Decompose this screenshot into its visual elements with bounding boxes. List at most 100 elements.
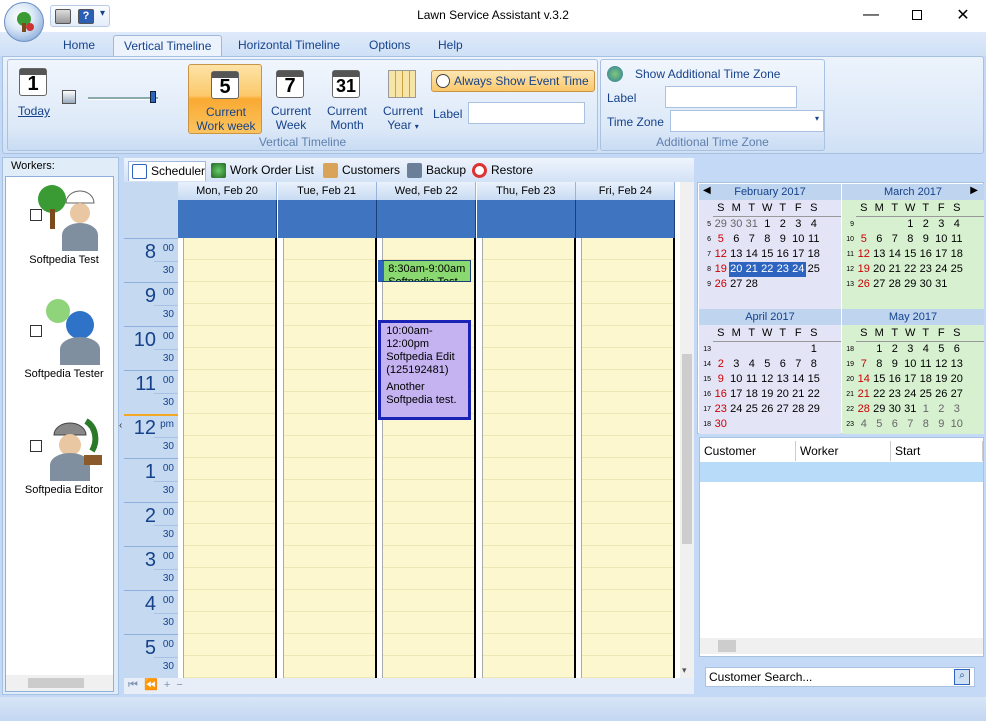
calendar-day[interactable]: 2 [775,217,791,232]
calendar-day[interactable]: 24 [934,262,950,277]
tab-help[interactable]: Help [428,35,473,56]
calendar-day[interactable]: 6 [729,232,745,247]
calendar-day[interactable]: 7 [903,417,919,432]
calendar-day[interactable]: 21 [856,387,872,402]
calendar-day[interactable]: 2 [918,217,934,232]
calendar-day[interactable]: 18 [949,247,965,262]
calendar-day[interactable]: 16 [887,372,903,387]
calendar-day[interactable]: 12 [713,247,729,262]
calendar-day[interactable]: 1 [872,342,888,357]
grid-new-row[interactable] [700,462,983,482]
calendar-day[interactable]: 4 [949,217,965,232]
close-button[interactable]: ✕ [940,0,986,30]
calendar-day[interactable]: 1 [806,342,822,357]
calendar-day[interactable]: 10 [729,372,745,387]
day-time-slots[interactable] [377,238,477,678]
calendar-day[interactable]: 27 [729,277,745,292]
tab-vertical-timeline[interactable]: Vertical Timeline [113,35,223,56]
calendar-day[interactable]: 8 [760,232,776,247]
tz-label-input[interactable] [665,86,797,108]
worker-item[interactable]: Softpedia Test [10,181,118,266]
calendar-day[interactable]: 8 [918,417,934,432]
all-day-area[interactable] [576,200,676,238]
calendar-day[interactable]: 23 [918,262,934,277]
day-header[interactable]: Tue, Feb 21 [277,182,377,200]
scrollbar-thumb[interactable] [28,678,84,688]
calendar-day[interactable]: 4 [856,417,872,432]
zoom-slider[interactable] [88,91,158,103]
calendar-day[interactable]: 19 [934,372,950,387]
always-show-event-time-toggle[interactable]: Always Show Event Time [431,70,595,92]
help-icon[interactable]: ? [78,9,94,24]
calendar-day[interactable]: 6 [887,417,903,432]
qat-dropdown-icon[interactable]: ▾ [100,8,105,19]
calendar-day[interactable]: 23 [887,387,903,402]
calendar-day[interactable]: 22 [806,387,822,402]
calendar-day[interactable] [856,217,872,232]
calendar-day[interactable]: 11 [918,357,934,372]
calendar-day[interactable] [856,342,872,357]
calendar-day[interactable]: 1 [918,402,934,417]
calendar-day[interactable] [760,277,776,292]
customers-tab[interactable]: Customers [320,161,400,181]
day-column[interactable]: Wed, Feb 22 [377,182,477,678]
day-time-slots[interactable] [277,238,377,678]
calendar-day[interactable]: 9 [713,372,729,387]
calendar-day[interactable]: 9 [775,232,791,247]
calendar-day[interactable]: 6 [949,342,965,357]
calendar-day[interactable]: 15 [760,247,776,262]
calendar-day[interactable]: 18 [744,387,760,402]
tab-home[interactable]: Home [53,35,105,56]
current-year-button[interactable]: Current Year ▾ [378,64,428,134]
scrollbar-thumb[interactable] [718,640,736,652]
calendar-day[interactable]: 11 [806,232,822,247]
calendar-day[interactable]: 22 [872,387,888,402]
calendar-day[interactable]: 13 [729,247,745,262]
calendar-day[interactable]: 17 [934,247,950,262]
calendar-day[interactable]: 20 [775,387,791,402]
calendar-day[interactable]: 31 [744,217,760,232]
calendar-day[interactable]: 7 [887,232,903,247]
print-icon[interactable] [55,9,71,24]
customer-search-input[interactable]: Customer Search... [705,667,975,687]
calendar-day[interactable] [760,417,776,432]
calendar-day[interactable]: 18 [806,247,822,262]
calendar-day[interactable]: 30 [887,402,903,417]
calendar-day[interactable]: 27 [872,277,888,292]
calendar-day[interactable]: 28 [744,277,760,292]
backup-button[interactable]: Backup [404,161,468,181]
remove-icon[interactable]: − [176,679,182,691]
calendar-day[interactable]: 29 [713,217,729,232]
calendar-day[interactable]: 20 [949,372,965,387]
all-day-area[interactable] [377,200,477,238]
calendar-day[interactable]: 15 [806,372,822,387]
add-icon[interactable]: + [164,679,170,691]
calendar-day[interactable]: 23 [713,402,729,417]
calendar-day[interactable]: 29 [872,402,888,417]
worker-item[interactable]: Softpedia Editor [10,411,118,496]
tab-options[interactable]: Options [359,35,420,56]
calendar-day[interactable]: 29 [806,402,822,417]
calendar-day[interactable] [872,217,888,232]
calendar-day[interactable]: 7 [856,357,872,372]
calendar-day[interactable]: 4 [806,217,822,232]
zoom-slider-thumb[interactable] [150,91,156,103]
next-month-icon[interactable]: ▶ [970,185,978,196]
calendar-day[interactable]: 25 [949,262,965,277]
day-header[interactable]: Thu, Feb 23 [476,182,576,200]
calendar-day[interactable]: 8 [903,232,919,247]
work-order-list-tab[interactable]: Work Order List [208,161,316,181]
calendar-day[interactable]: 16 [713,387,729,402]
calendar-day[interactable]: 26 [760,402,776,417]
calendar-day[interactable]: 12 [760,372,776,387]
calendar-day[interactable]: 2 [934,402,950,417]
calendar-day[interactable]: 1 [903,217,919,232]
calendar-day[interactable]: 2 [713,357,729,372]
calendar-day[interactable]: 19 [760,387,776,402]
calendar-day[interactable]: 13 [872,247,888,262]
prev-month-icon[interactable]: ◀ [703,185,711,196]
calendar-day[interactable]: 12 [856,247,872,262]
calendar-day[interactable]: 12 [934,357,950,372]
calendar-day[interactable]: 5 [856,232,872,247]
calendar-day[interactable]: 6 [872,232,888,247]
